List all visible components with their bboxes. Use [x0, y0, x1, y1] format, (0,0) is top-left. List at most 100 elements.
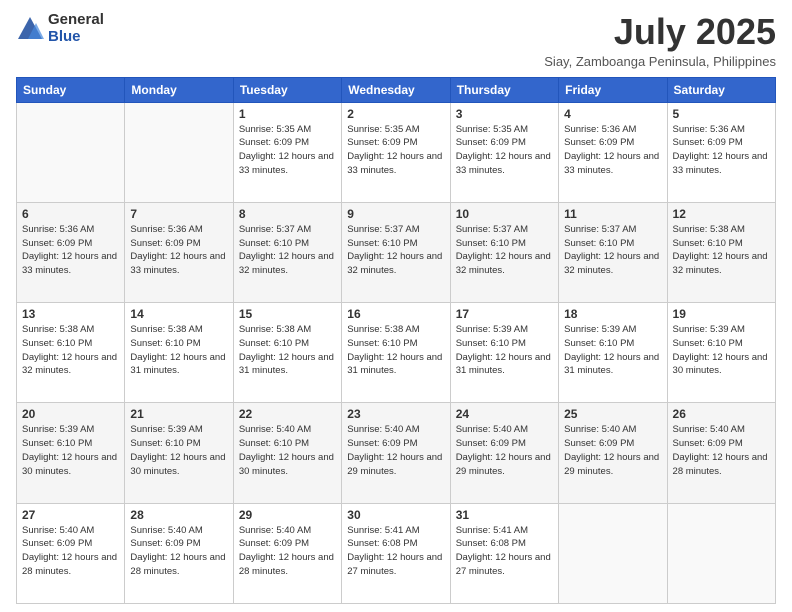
day-info: Sunrise: 5:40 AM Sunset: 6:09 PM Dayligh… — [239, 524, 336, 579]
table-row: 19 Sunrise: 5:39 AM Sunset: 6:10 PM Dayli… — [667, 303, 775, 403]
col-saturday: Saturday — [667, 77, 775, 102]
day-number: 31 — [456, 508, 553, 522]
calendar-week-2: 6 Sunrise: 5:36 AM Sunset: 6:09 PM Daylig… — [17, 202, 776, 302]
day-info: Sunrise: 5:37 AM Sunset: 6:10 PM Dayligh… — [564, 223, 661, 278]
table-row: 1Sunrise: 5:35 AM Sunset: 6:09 PM Daylig… — [233, 102, 341, 202]
day-info: Sunrise: 5:40 AM Sunset: 6:09 PM Dayligh… — [347, 423, 444, 478]
day-number: 16 — [347, 307, 444, 321]
day-number: 30 — [347, 508, 444, 522]
table-row: 13 Sunrise: 5:38 AM Sunset: 6:10 PM Dayli… — [17, 303, 125, 403]
day-number: 4 — [564, 107, 661, 121]
day-info: Sunrise: 5:35 AM Sunset: 6:09 PM Dayligh… — [347, 123, 444, 178]
day-number: 14 — [130, 307, 227, 321]
logo: General Blue — [16, 12, 104, 45]
table-row: 3Sunrise: 5:35 AM Sunset: 6:09 PM Daylig… — [450, 102, 558, 202]
day-info: Sunrise: 5:36 AM Sunset: 6:09 PM Dayligh… — [22, 223, 119, 278]
day-info: Sunrise: 5:40 AM Sunset: 6:09 PM Dayligh… — [673, 423, 770, 478]
table-row: 4 Sunrise: 5:36 AM Sunset: 6:09 PM Daylig… — [559, 102, 667, 202]
header: General Blue July 2025 Siay, Zamboanga P… — [16, 12, 776, 69]
day-number: 26 — [673, 407, 770, 421]
day-info: Sunrise: 5:40 AM Sunset: 6:09 PM Dayligh… — [456, 423, 553, 478]
day-number: 20 — [22, 407, 119, 421]
table-row: 5 Sunrise: 5:36 AM Sunset: 6:09 PM Daylig… — [667, 102, 775, 202]
table-row: 21Sunrise: 5:39 AM Sunset: 6:10 PM Dayli… — [125, 403, 233, 503]
day-number: 24 — [456, 407, 553, 421]
col-thursday: Thursday — [450, 77, 558, 102]
day-info: Sunrise: 5:39 AM Sunset: 6:10 PM Dayligh… — [456, 323, 553, 378]
day-number: 12 — [673, 207, 770, 221]
table-row: 29 Sunrise: 5:40 AM Sunset: 6:09 PM Dayli… — [233, 503, 341, 603]
table-row: 8 Sunrise: 5:37 AM Sunset: 6:10 PM Daylig… — [233, 202, 341, 302]
day-info: Sunrise: 5:38 AM Sunset: 6:10 PM Dayligh… — [347, 323, 444, 378]
day-info: Sunrise: 5:38 AM Sunset: 6:10 PM Dayligh… — [673, 223, 770, 278]
day-number: 19 — [673, 307, 770, 321]
day-info: Sunrise: 5:38 AM Sunset: 6:10 PM Dayligh… — [239, 323, 336, 378]
table-row: 20 Sunrise: 5:39 AM Sunset: 6:10 PM Dayli… — [17, 403, 125, 503]
title-month: July 2025 — [544, 12, 776, 52]
table-row: 2 Sunrise: 5:35 AM Sunset: 6:09 PM Daylig… — [342, 102, 450, 202]
calendar-table: Sunday Monday Tuesday Wednesday Thursday… — [16, 77, 776, 604]
day-info: Sunrise: 5:37 AM Sunset: 6:10 PM Dayligh… — [239, 223, 336, 278]
day-number: 9 — [347, 207, 444, 221]
day-number: 17 — [456, 307, 553, 321]
day-info: Sunrise: 5:39 AM Sunset: 6:10 PM Dayligh… — [564, 323, 661, 378]
day-info: Sunrise: 5:39 AM Sunset: 6:10 PM Dayligh… — [673, 323, 770, 378]
logo-text: General Blue — [48, 12, 104, 45]
title-location: Siay, Zamboanga Peninsula, Philippines — [544, 54, 776, 69]
table-row: 14 Sunrise: 5:38 AM Sunset: 6:10 PM Dayli… — [125, 303, 233, 403]
table-row: 12 Sunrise: 5:38 AM Sunset: 6:10 PM Dayli… — [667, 202, 775, 302]
day-number: 21 — [130, 407, 227, 421]
table-row: 30Sunrise: 5:41 AM Sunset: 6:08 PM Dayli… — [342, 503, 450, 603]
day-number: 25 — [564, 407, 661, 421]
day-info: Sunrise: 5:36 AM Sunset: 6:09 PM Dayligh… — [673, 123, 770, 178]
calendar-header-row: Sunday Monday Tuesday Wednesday Thursday… — [17, 77, 776, 102]
page: General Blue July 2025 Siay, Zamboanga P… — [0, 0, 792, 612]
day-info: Sunrise: 5:39 AM Sunset: 6:10 PM Dayligh… — [22, 423, 119, 478]
table-row — [667, 503, 775, 603]
day-info: Sunrise: 5:36 AM Sunset: 6:09 PM Dayligh… — [564, 123, 661, 178]
day-number: 22 — [239, 407, 336, 421]
table-row: 7Sunrise: 5:36 AM Sunset: 6:09 PM Daylig… — [125, 202, 233, 302]
day-number: 27 — [22, 508, 119, 522]
calendar-week-4: 20 Sunrise: 5:39 AM Sunset: 6:10 PM Dayli… — [17, 403, 776, 503]
table-row: 22 Sunrise: 5:40 AM Sunset: 6:10 PM Dayli… — [233, 403, 341, 503]
table-row: 17 Sunrise: 5:39 AM Sunset: 6:10 PM Dayli… — [450, 303, 558, 403]
day-info: Sunrise: 5:41 AM Sunset: 6:08 PM Dayligh… — [456, 524, 553, 579]
table-row: 9 Sunrise: 5:37 AM Sunset: 6:10 PM Daylig… — [342, 202, 450, 302]
title-block: July 2025 Siay, Zamboanga Peninsula, Phi… — [544, 12, 776, 69]
day-number: 6 — [22, 207, 119, 221]
day-info: Sunrise: 5:38 AM Sunset: 6:10 PM Dayligh… — [130, 323, 227, 378]
day-number: 5 — [673, 107, 770, 121]
day-number: 8 — [239, 207, 336, 221]
day-number: 7 — [130, 207, 227, 221]
day-info: Sunrise: 5:35 AM Sunset: 6:09 PM Dayligh… — [239, 123, 336, 178]
col-sunday: Sunday — [17, 77, 125, 102]
day-number: 10 — [456, 207, 553, 221]
day-info: Sunrise: 5:37 AM Sunset: 6:10 PM Dayligh… — [456, 223, 553, 278]
day-number: 15 — [239, 307, 336, 321]
logo-general: General — [48, 12, 104, 29]
day-number: 28 — [130, 508, 227, 522]
day-info: Sunrise: 5:40 AM Sunset: 6:09 PM Dayligh… — [130, 524, 227, 579]
table-row: 11Sunrise: 5:37 AM Sunset: 6:10 PM Dayli… — [559, 202, 667, 302]
day-info: Sunrise: 5:37 AM Sunset: 6:10 PM Dayligh… — [347, 223, 444, 278]
table-row: 31 Sunrise: 5:41 AM Sunset: 6:08 PM Dayli… — [450, 503, 558, 603]
col-friday: Friday — [559, 77, 667, 102]
day-number: 29 — [239, 508, 336, 522]
day-number: 18 — [564, 307, 661, 321]
day-number: 2 — [347, 107, 444, 121]
table-row: 16 Sunrise: 5:38 AM Sunset: 6:10 PM Dayli… — [342, 303, 450, 403]
day-number: 13 — [22, 307, 119, 321]
table-row: 26 Sunrise: 5:40 AM Sunset: 6:09 PM Dayli… — [667, 403, 775, 503]
day-number: 23 — [347, 407, 444, 421]
table-row: 23 Sunrise: 5:40 AM Sunset: 6:09 PM Dayli… — [342, 403, 450, 503]
table-row: 18 Sunrise: 5:39 AM Sunset: 6:10 PM Dayli… — [559, 303, 667, 403]
calendar-week-1: 1Sunrise: 5:35 AM Sunset: 6:09 PM Daylig… — [17, 102, 776, 202]
logo-blue: Blue — [48, 29, 104, 46]
table-row: 24 Sunrise: 5:40 AM Sunset: 6:09 PM Dayli… — [450, 403, 558, 503]
day-info: Sunrise: 5:40 AM Sunset: 6:10 PM Dayligh… — [239, 423, 336, 478]
table-row: 6 Sunrise: 5:36 AM Sunset: 6:09 PM Daylig… — [17, 202, 125, 302]
table-row: 15 Sunrise: 5:38 AM Sunset: 6:10 PM Dayli… — [233, 303, 341, 403]
day-info: Sunrise: 5:38 AM Sunset: 6:10 PM Dayligh… — [22, 323, 119, 378]
day-number: 3 — [456, 107, 553, 121]
